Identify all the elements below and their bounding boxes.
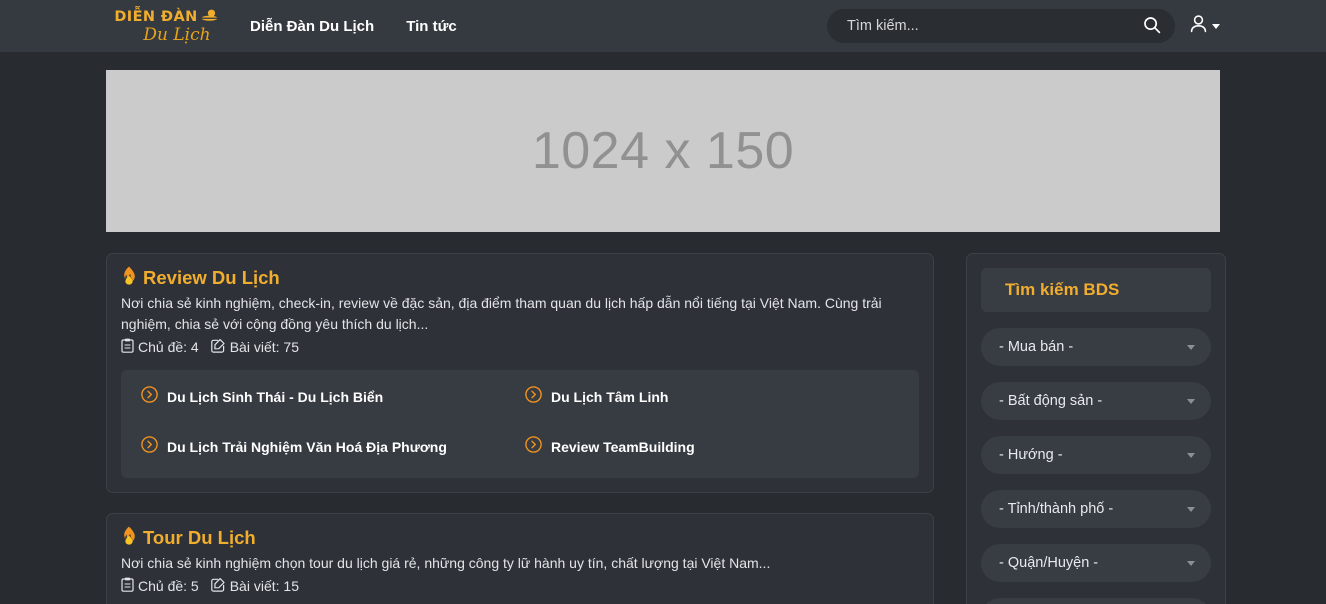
chevron-down-icon [1187, 398, 1195, 404]
logo-line2: Du Lịch [143, 24, 211, 45]
logo-top-row: DIỄN ĐÀN [114, 8, 218, 26]
content-layout: Review Du Lịch Nơi chia sẻ kinh nghiệm, … [106, 253, 1226, 604]
forum-stats: Chủ đề: 5 Bài viết: 15 [121, 577, 919, 595]
nav-link-dien-dan-du-lich[interactable]: Diễn Đàn Du Lịch [250, 18, 374, 35]
select-quan-huyen-label: - Quận/Huyện - [999, 555, 1099, 571]
circle-chevron-right-icon [525, 386, 542, 408]
select-bat-dong-san-label: - Bất động sản - [999, 393, 1103, 409]
user-menu[interactable] [1190, 14, 1220, 38]
forum-card: Tour Du Lịch Nơi chia sẻ kinh nghiệm chọ… [106, 513, 934, 604]
subforum-label: Du Lịch Trải Nghiệm Văn Hoá Địa Phương [167, 438, 447, 455]
sidebar: Tìm kiếm BDS - Mua bán - - Bất động sản … [966, 253, 1226, 604]
select-additional[interactable] [981, 598, 1211, 604]
chevron-down-icon [1187, 560, 1195, 566]
search-button[interactable] [1141, 16, 1163, 37]
subforum-label: Du Lịch Sinh Thái - Du Lịch Biển [167, 388, 384, 405]
forum-description: Nơi chia sẻ kinh nghiệm chọn tour du lịc… [121, 555, 771, 571]
search-input[interactable] [847, 18, 1141, 34]
forum-stats: Chủ đề: 4 Bài viết: 75 [121, 338, 919, 356]
select-mua-ban-label: - Mua bán - [999, 339, 1074, 355]
forum-title-text: Tour Du Lịch [143, 527, 256, 549]
sun-hat-icon [200, 9, 218, 26]
forum-title-link[interactable]: Tour Du Lịch [121, 526, 919, 550]
forum-description: Nơi chia sẻ kinh nghiệm, check-in, revie… [121, 295, 882, 332]
site-logo[interactable]: DIỄN ĐÀN Du Lịch [105, 9, 227, 44]
clipboard-icon [121, 577, 134, 595]
forum-post-count-label: Bài viết: 15 [229, 578, 299, 594]
select-tinh-thanh-pho-label: - Tỉnh/thành phố - [999, 501, 1114, 517]
chevron-down-icon [1187, 452, 1195, 458]
subforum-label: Review TeamBuilding [551, 438, 695, 455]
top-navbar: DIỄN ĐÀN Du Lịch Diễn Đàn Du Lịch Tin tứ… [0, 0, 1326, 52]
search-icon [1143, 16, 1161, 37]
select-tinh-thanh-pho[interactable]: - Tỉnh/thành phố - [981, 490, 1211, 528]
forum-card: Review Du Lịch Nơi chia sẻ kinh nghiệm, … [106, 253, 934, 493]
forum-topic-count-label: Chủ đề: 4 [138, 339, 199, 355]
nav-link-tin-tuc[interactable]: Tin tức [406, 18, 457, 35]
forum-title-text: Review Du Lịch [143, 267, 280, 289]
subforum-link[interactable]: Du Lịch Tâm Linh [525, 386, 899, 408]
select-bat-dong-san[interactable]: - Bất động sản - [981, 382, 1211, 420]
edit-square-icon [210, 338, 226, 356]
fire-icon [121, 266, 137, 290]
forum-topic-count: Chủ đề: 5 [121, 577, 199, 595]
select-huong[interactable]: - Hướng - [981, 436, 1211, 474]
forum-topic-count-label: Chủ đề: 5 [138, 578, 199, 594]
bds-search-title-box: Tìm kiếm BDS [981, 268, 1211, 312]
subforum-link[interactable]: Du Lịch Trải Nghiệm Văn Hoá Địa Phương [141, 436, 515, 458]
chevron-down-icon [1187, 344, 1195, 350]
select-huong-label: - Hướng - [999, 447, 1063, 463]
user-icon [1190, 14, 1207, 38]
bds-search-title: Tìm kiếm BDS [1005, 280, 1120, 299]
chevron-down-icon [1187, 506, 1195, 512]
clipboard-icon [121, 338, 134, 356]
circle-chevron-right-icon [525, 436, 542, 458]
forum-post-count: Bài viết: 15 [210, 577, 299, 595]
subforum-link[interactable]: Du Lịch Sinh Thái - Du Lịch Biển [141, 386, 515, 408]
forum-post-count: Bài viết: 75 [210, 338, 299, 356]
forum-title-link[interactable]: Review Du Lịch [121, 266, 919, 290]
fire-icon [121, 526, 137, 550]
select-mua-ban[interactable]: - Mua bán - [981, 328, 1211, 366]
circle-chevron-right-icon [141, 386, 158, 408]
subforum-label: Du Lịch Tâm Linh [551, 388, 669, 405]
select-quan-huyen[interactable]: - Quận/Huyện - [981, 544, 1211, 582]
edit-square-icon [210, 577, 226, 595]
navbar-right-group [827, 0, 1220, 52]
primary-nav: Diễn Đàn Du Lịch Tin tức [250, 18, 457, 35]
circle-chevron-right-icon [141, 436, 158, 458]
forum-list: Review Du Lịch Nơi chia sẻ kinh nghiệm, … [106, 253, 934, 604]
forum-topic-count: Chủ đề: 4 [121, 338, 199, 356]
bds-search-widget: Tìm kiếm BDS - Mua bán - - Bất động sản … [966, 253, 1226, 604]
subforum-link[interactable]: Review TeamBuilding [525, 436, 899, 458]
logo-line1: DIỄN ĐÀN [114, 8, 198, 25]
page-container: 1024 x 150 Review Du Lịch Nơi chia sẻ ki… [0, 70, 1326, 604]
forum-post-count-label: Bài viết: 75 [229, 339, 299, 355]
banner-ad[interactable]: 1024 x 150 [106, 70, 1220, 232]
chevron-down-icon [1212, 23, 1220, 29]
search-bar[interactable] [827, 9, 1175, 43]
subforum-panel: Du Lịch Sinh Thái - Du Lịch Biển Du Lịch… [121, 370, 919, 478]
banner-placeholder-text: 1024 x 150 [531, 122, 795, 180]
